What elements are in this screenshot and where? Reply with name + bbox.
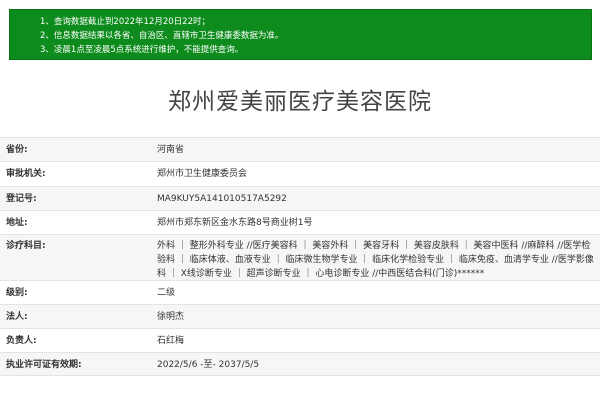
value-person-in-charge: 石红梅 (157, 336, 185, 346)
row-registration-number: 登记号: MA9KUY5A141010517A5292 (0, 186, 600, 210)
notice-banner: 1、查询数据截止到2022年12月20日22时； 2、信息数据结果以各省、自治区… (9, 9, 592, 60)
page-title: 郑州爱美丽医疗美容医院 (168, 89, 432, 115)
row-address: 地址: 郑州市郑东新区金水东路8号商业树1号 (0, 210, 600, 234)
row-approval-authority: 审批机关: 郑州市卫生健康委员会 (0, 161, 600, 186)
row-province: 省份: 河南省 (0, 137, 600, 161)
notice-line-1: 1、查询数据截止到2022年12月20日22时； (40, 17, 210, 27)
notice-line-3: 3、凌晨1点至凌晨5点系统进行维护，不能提供查询。 (40, 45, 244, 55)
row-legal-person: 法人: 徐明杰 (0, 304, 600, 328)
value-legal-person: 徐明杰 (157, 312, 185, 322)
row-license-validity: 执业许可证有效期: 2022/5/6 -至- 2037/5/5 (0, 352, 600, 376)
value-license-validity: 2022/5/6 -至- 2037/5/5 (157, 360, 260, 370)
label-approval-authority: 审批机关: (6, 169, 46, 179)
row-person-in-charge: 负责人: 石红梅 (0, 328, 600, 352)
value-level: 二级 (157, 288, 176, 298)
row-level: 级别: 二级 (0, 280, 600, 304)
value-province: 河南省 (157, 145, 185, 155)
row-clinical-departments: 诊疗科目: 外科 ｜ 整形外科专业 //医疗美容科 ｜ 美容外科 ｜ 美容牙科 … (0, 234, 600, 280)
value-clinical-departments: 外科 ｜ 整形外科专业 //医疗美容科 ｜ 美容外科 ｜ 美容牙科 ｜ 美容皮肤… (157, 241, 594, 279)
label-address: 地址: (6, 218, 28, 228)
label-license-validity: 执业许可证有效期: (6, 360, 82, 370)
label-person-in-charge: 负责人: (6, 336, 37, 346)
label-legal-person: 法人: (6, 312, 28, 322)
label-clinical-departments: 诊疗科目: (6, 241, 46, 251)
label-level: 级别: (6, 288, 28, 298)
value-registration-number: MA9KUY5A141010517A5292 (157, 194, 287, 204)
label-province: 省份: (6, 145, 28, 155)
info-table: 省份: 河南省 审批机关: 郑州市卫生健康委员会 登记号: MA9KUY5A14… (0, 137, 600, 376)
value-address: 郑州市郑东新区金水东路8号商业树1号 (157, 218, 313, 228)
value-approval-authority: 郑州市卫生健康委员会 (157, 169, 248, 179)
label-registration-number: 登记号: (6, 194, 37, 204)
notice-line-2: 2、信息数据结果以各省、自治区、直辖市卫生健康委数据为准。 (40, 31, 284, 41)
